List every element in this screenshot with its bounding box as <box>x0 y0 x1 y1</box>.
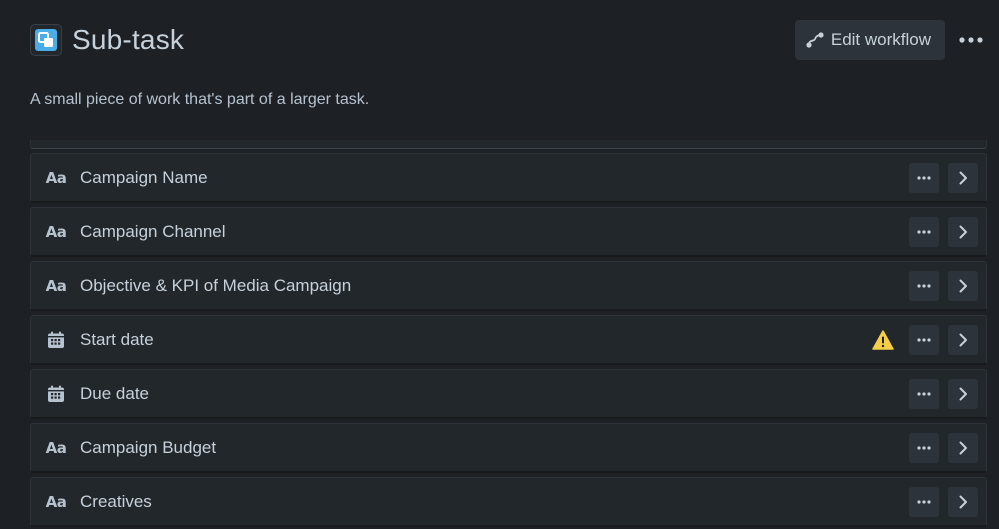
chevron-right-icon <box>959 171 967 184</box>
field-list: Aa Campaign Name Aa Campaign Channel Aa Objec… <box>30 140 987 527</box>
chevron-right-icon <box>959 387 967 400</box>
field-more-button[interactable] <box>909 270 939 301</box>
more-horizontal-icon <box>917 337 931 342</box>
calendar-icon <box>45 329 67 351</box>
field-label: Campaign Budget <box>80 437 217 457</box>
field-open-button[interactable] <box>948 216 978 247</box>
field-open-button[interactable] <box>948 486 978 517</box>
field-row[interactable]: Due date <box>30 369 987 419</box>
chevron-right-icon <box>959 333 967 346</box>
issue-type-page: Sub-task Edit workflow A small piece of … <box>0 0 999 529</box>
field-row[interactable]: Aa Objective & KPI of Media Campaign <box>30 261 987 311</box>
text-field-icon: Aa <box>45 276 67 295</box>
field-open-button[interactable] <box>948 162 978 193</box>
chevron-right-icon <box>959 279 967 292</box>
field-open-button[interactable] <box>948 378 978 409</box>
text-field-icon: Aa <box>45 492 67 511</box>
field-more-button[interactable] <box>909 162 939 193</box>
field-more-button[interactable] <box>909 486 939 517</box>
field-more-button[interactable] <box>909 378 939 409</box>
calendar-icon <box>45 383 67 405</box>
list-top-edge <box>30 140 987 149</box>
chevron-right-icon <box>959 495 967 508</box>
edit-workflow-label: Edit workflow <box>830 30 931 49</box>
workflow-icon <box>805 30 825 50</box>
field-row[interactable]: Aa Campaign Name <box>30 153 987 203</box>
field-label: Start date <box>80 329 154 349</box>
field-label: Creatives <box>80 491 152 511</box>
edit-workflow-button[interactable]: Edit workflow <box>794 20 945 60</box>
warning-icon[interactable] <box>871 328 895 352</box>
issue-type-description: A small piece of work that's part of a l… <box>30 91 370 108</box>
page-header: Sub-task Edit workflow <box>30 20 985 60</box>
chevron-right-icon <box>959 441 967 454</box>
more-horizontal-icon <box>917 283 931 288</box>
field-open-button[interactable] <box>948 432 978 463</box>
subtask-icon <box>30 24 62 56</box>
field-open-button[interactable] <box>948 324 978 355</box>
field-more-button[interactable] <box>909 216 939 247</box>
page-title: Sub-task <box>72 24 185 55</box>
more-horizontal-icon <box>917 445 931 450</box>
field-row[interactable]: Start date <box>30 315 987 365</box>
text-field-icon: Aa <box>45 438 67 457</box>
more-horizontal-icon <box>959 37 983 43</box>
more-horizontal-icon <box>917 391 931 396</box>
field-more-button[interactable] <box>909 432 939 463</box>
field-label: Campaign Name <box>80 167 208 187</box>
text-field-icon: Aa <box>45 168 67 187</box>
field-open-button[interactable] <box>948 270 978 301</box>
field-row[interactable]: Aa Campaign Channel <box>30 207 987 257</box>
field-label: Objective & KPI of Media Campaign <box>80 275 352 295</box>
field-label: Campaign Channel <box>80 221 226 241</box>
chevron-right-icon <box>959 225 967 238</box>
more-horizontal-icon <box>917 499 931 504</box>
field-more-button[interactable] <box>909 324 939 355</box>
field-row[interactable]: Aa Creatives <box>30 477 987 527</box>
field-label: Due date <box>80 383 149 403</box>
field-row[interactable]: Aa Campaign Budget <box>30 423 987 473</box>
more-horizontal-icon <box>917 175 931 180</box>
more-horizontal-icon <box>917 229 931 234</box>
text-field-icon: Aa <box>45 222 67 241</box>
more-options-button[interactable] <box>957 26 985 54</box>
